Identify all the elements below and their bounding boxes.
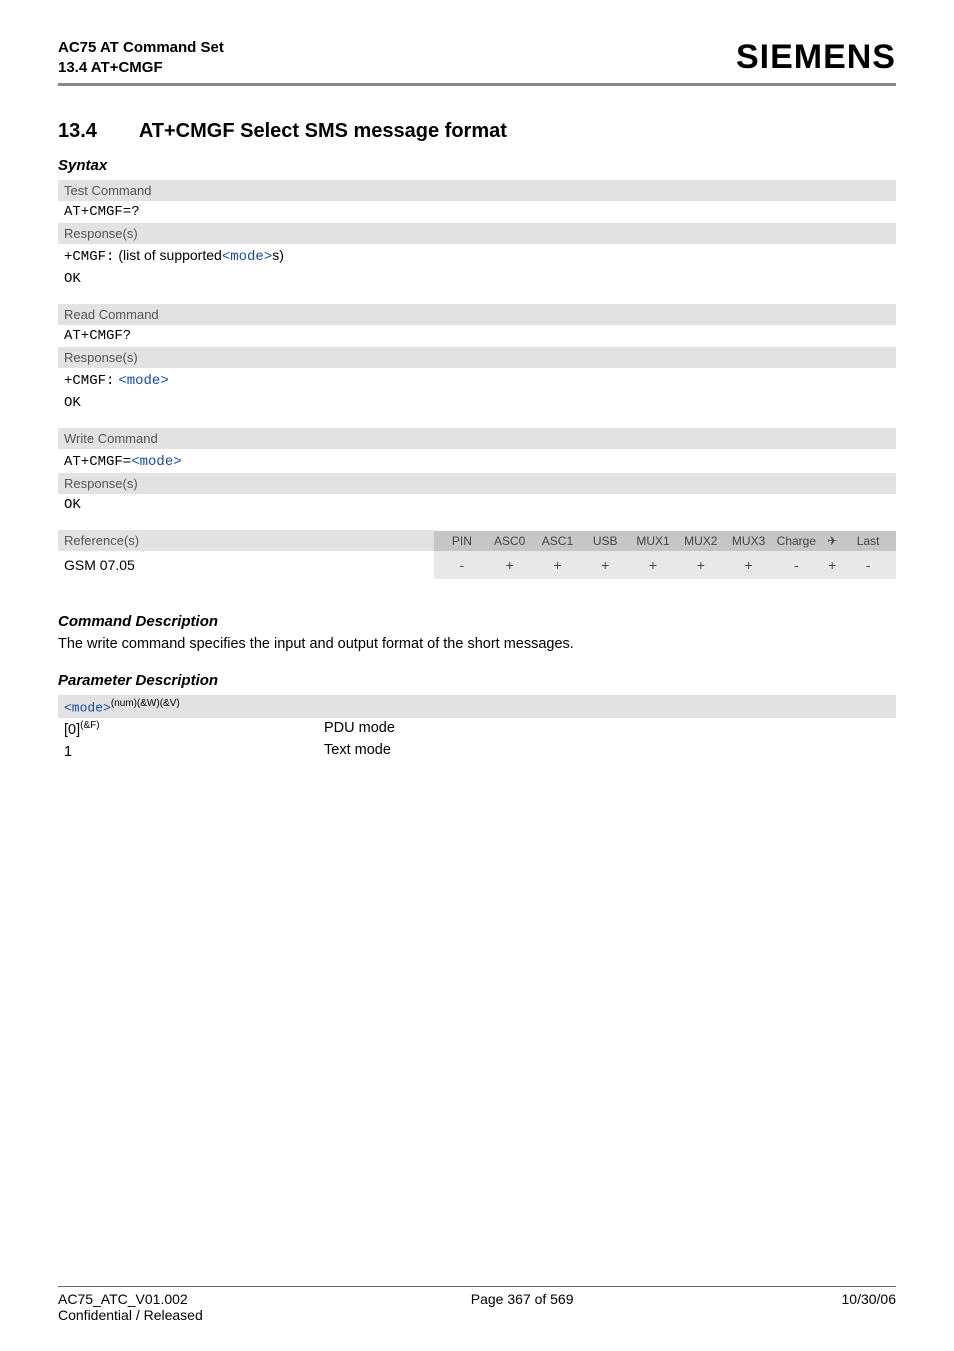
test-command: AT+CMGF=?: [58, 201, 896, 223]
write-cmd-prefix: AT+CMGF=: [64, 454, 131, 470]
footer-classification: Confidential / Released: [58, 1307, 203, 1323]
col-mux3: MUX3: [725, 534, 773, 548]
reference-label: Reference(s): [58, 530, 434, 551]
section-number: 13.4: [58, 120, 134, 143]
resp-prefix: +CMGF:: [64, 249, 114, 265]
mode-param-link[interactable]: <mode>: [222, 249, 272, 265]
write-command-label: Write Command: [58, 428, 896, 449]
footer-right: 10/30/06: [842, 1291, 897, 1323]
val-mux3: +: [725, 557, 773, 573]
parameter-name-bar: <mode>(num)(&W)(&V): [58, 695, 896, 718]
write-command-block: Write Command AT+CMGF=<mode> Response(s)…: [58, 428, 896, 516]
val-mux1: +: [629, 557, 677, 573]
test-response-line: +CMGF: (list of supported<mode>s): [58, 244, 896, 268]
doc-title: AC75 AT Command Set: [58, 38, 224, 58]
col-usb: USB: [581, 534, 629, 548]
resp-text2: s): [272, 247, 284, 263]
response-label: Response(s): [58, 223, 896, 244]
param-key-text: [0]: [64, 722, 80, 738]
col-asc1: ASC1: [534, 534, 582, 548]
val-asc0: +: [486, 557, 534, 573]
param-row: [0](&F) PDU mode: [58, 718, 896, 740]
param-key-text: 1: [64, 744, 72, 760]
param-key: 1: [64, 742, 324, 760]
response-label: Response(s): [58, 347, 896, 368]
section-heading: 13.4 AT+CMGF Select SMS message format: [58, 120, 896, 143]
param-row: 1 Text mode: [58, 740, 896, 762]
param-key-sup: (&F): [80, 720, 99, 731]
page-header: AC75 AT Command Set 13.4 AT+CMGF SIEMENS: [58, 38, 896, 86]
brand-logo: SIEMENS: [736, 38, 896, 77]
param-key: [0](&F): [64, 720, 324, 738]
param-value: PDU mode: [324, 720, 395, 738]
read-command-label: Read Command: [58, 304, 896, 325]
footer-left: AC75_ATC_V01.002 Confidential / Released: [58, 1291, 203, 1323]
val-asc1: +: [534, 557, 582, 573]
col-pin: PIN: [438, 534, 486, 548]
reference-columns: PIN ASC0 ASC1 USB MUX1 MUX2 MUX3 Charge …: [434, 531, 896, 551]
reference-value: GSM 07.05: [58, 551, 434, 579]
col-asc0: ASC0: [486, 534, 534, 548]
command-description-label: Command Description: [58, 613, 896, 630]
ok-line: OK: [58, 494, 896, 516]
reference-values: - + + + + + + - + -: [434, 551, 896, 579]
val-last: -: [844, 557, 892, 573]
mode-param-link[interactable]: <mode>: [64, 700, 111, 715]
read-command: AT+CMGF?: [58, 325, 896, 347]
val-mux2: +: [677, 557, 725, 573]
footer-doc-id: AC75_ATC_V01.002: [58, 1291, 188, 1307]
page-footer: AC75_ATC_V01.002 Confidential / Released…: [58, 1286, 896, 1323]
val-usb: +: [581, 557, 629, 573]
col-mux2: MUX2: [677, 534, 725, 548]
read-command-block: Read Command AT+CMGF? Response(s) +CMGF:…: [58, 304, 896, 414]
val-plane: +: [820, 557, 844, 573]
syntax-label: Syntax: [58, 157, 896, 174]
val-charge: -: [772, 557, 820, 573]
reference-header-row: Reference(s) PIN ASC0 ASC1 USB MUX1 MUX2…: [58, 530, 896, 551]
response-label: Response(s): [58, 473, 896, 494]
test-command-label: Test Command: [58, 180, 896, 201]
ok-line: OK: [58, 392, 896, 414]
param-sup: (num)(&W)(&V): [111, 698, 180, 709]
write-command: AT+CMGF=<mode>: [58, 449, 896, 473]
mode-param-link[interactable]: <mode>: [131, 454, 181, 470]
resp-text1: (list of supported: [118, 247, 222, 263]
param-value: Text mode: [324, 742, 391, 760]
resp-prefix: +CMGF:: [64, 373, 114, 389]
reference-value-row: GSM 07.05 - + + + + + + - + -: [58, 551, 896, 579]
col-last: Last: [844, 534, 892, 548]
parameter-description-label: Parameter Description: [58, 672, 896, 689]
doc-sub: 13.4 AT+CMGF: [58, 58, 224, 78]
val-pin: -: [438, 557, 486, 573]
test-command-block: Test Command AT+CMGF=? Response(s) +CMGF…: [58, 180, 896, 290]
col-charge: Charge: [772, 534, 820, 548]
read-response-line: +CMGF: <mode>: [58, 368, 896, 392]
mode-param-link[interactable]: <mode>: [118, 373, 168, 389]
col-mux1: MUX1: [629, 534, 677, 548]
section-title: AT+CMGF Select SMS message format: [139, 120, 507, 142]
header-left: AC75 AT Command Set 13.4 AT+CMGF: [58, 38, 224, 77]
footer-center: Page 367 of 569: [471, 1291, 574, 1323]
command-description-text: The write command specifies the input an…: [58, 636, 896, 652]
airplane-icon: ✈: [820, 534, 844, 548]
ok-line: OK: [58, 268, 896, 290]
